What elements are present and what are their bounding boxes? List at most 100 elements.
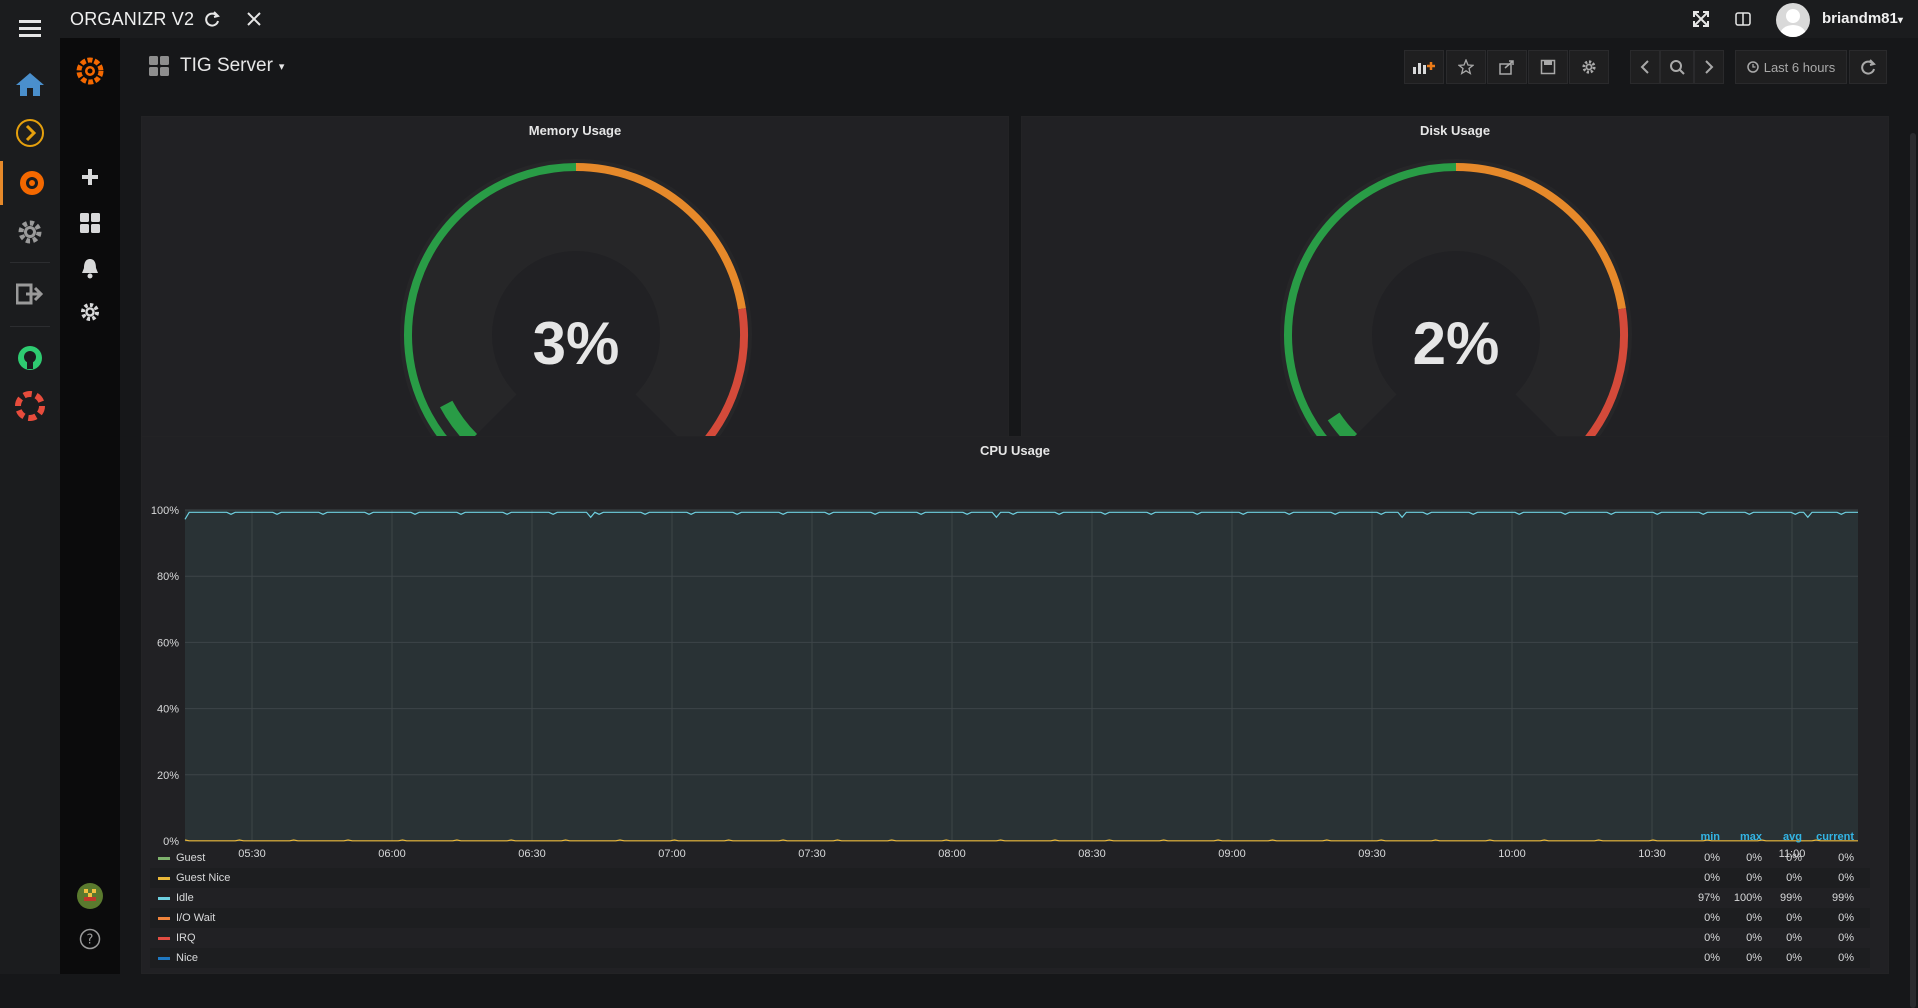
legend-value-max: 0% (1746, 952, 1762, 964)
svg-text:?: ? (87, 933, 94, 948)
legend-header-current[interactable]: current (1806, 831, 1854, 843)
sidebar-item-github[interactable] (0, 336, 60, 380)
reload-tab-button[interactable] (201, 8, 223, 30)
fullscreen-button[interactable] (1690, 8, 1712, 30)
sidebar-item-settings[interactable] (0, 210, 60, 254)
y-tick-label: 20% (157, 770, 179, 782)
legend-series-name[interactable]: Nice (176, 952, 198, 964)
share-icon (1499, 60, 1514, 75)
legend-swatch[interactable] (158, 957, 170, 960)
plot-area (185, 510, 1858, 841)
time-forward-button[interactable] (1694, 50, 1724, 84)
legend-value-max: 0% (1746, 912, 1762, 924)
y-tick-label: 100% (151, 505, 179, 517)
legend-value-current: 0% (1838, 952, 1854, 964)
legend-swatch[interactable] (158, 857, 170, 860)
legend-value-min: 0% (1704, 852, 1720, 864)
legend-value-max: 0% (1746, 852, 1762, 864)
legend-row[interactable]: Nice 0% 0% 0% 0% (150, 948, 1870, 968)
time-back-button[interactable] (1630, 50, 1660, 84)
legend-value-avg: 0% (1786, 912, 1802, 924)
legend-swatch[interactable] (158, 877, 170, 880)
lifebuoy-icon (15, 391, 45, 421)
sidebar-item-home[interactable] (0, 62, 60, 106)
cog-icon (80, 302, 100, 322)
dashboard-title: TIG Server (180, 55, 273, 76)
legend-series-name[interactable]: Guest Nice (176, 872, 230, 884)
user-avatar[interactable] (1776, 3, 1810, 37)
legend-row[interactable]: IRQ 0% 0% 0% 0% (150, 928, 1870, 948)
expand-icon (1693, 11, 1709, 27)
save-button[interactable] (1528, 50, 1568, 84)
refresh-icon (1861, 59, 1876, 75)
sidebar-item-logout[interactable] (0, 272, 60, 316)
create-button[interactable] (60, 157, 120, 197)
legend-value-min: 97% (1697, 892, 1720, 904)
grafana-icon (19, 171, 44, 195)
refresh-icon (205, 11, 220, 27)
dashboards-button[interactable] (60, 203, 120, 243)
configuration-button[interactable] (60, 292, 120, 332)
help-icon: ? (79, 928, 101, 950)
time-range-label: Last 6 hours (1763, 59, 1836, 75)
user-menu[interactable]: briandm81▾ (1822, 10, 1903, 27)
dashboard-grid-icon (149, 56, 169, 76)
organizr-topbar: ORGANIZR V2 briandm81▾ (60, 0, 1918, 38)
legend-value-max: 0% (1746, 872, 1762, 884)
legend-series-name[interactable]: Guest (176, 852, 205, 864)
legend-header-max[interactable]: max (1722, 831, 1762, 843)
sidebar-item-help[interactable] (0, 384, 60, 428)
add-panel-icon (1413, 62, 1435, 74)
close-icon (247, 12, 261, 26)
memory-gauge (400, 159, 752, 460)
hamburger-icon (19, 20, 41, 37)
disk-usage-panel[interactable]: Disk Usage 2% (1021, 116, 1889, 462)
legend-header-avg[interactable]: avg (1762, 831, 1802, 843)
dashboard-picker[interactable]: TIG Server ▾ (148, 55, 284, 77)
profile-button[interactable] (60, 876, 120, 916)
chevron-left-icon (1640, 60, 1649, 74)
panel-title: CPU Usage (979, 443, 1051, 458)
legend-value-min: 0% (1704, 932, 1720, 944)
menu-toggle-button[interactable] (0, 6, 60, 50)
scrollbar[interactable] (1910, 133, 1916, 1008)
legend-swatch[interactable] (158, 917, 170, 920)
gear-icon (18, 220, 42, 244)
share-button[interactable] (1487, 50, 1527, 84)
legend-series-name[interactable]: I/O Wait (176, 912, 215, 924)
help-button[interactable]: ? (60, 919, 120, 959)
grafana-main: TIG Server ▾ Last 6 hours Memory Usage 3… (120, 38, 1918, 1008)
grafana-logo[interactable] (60, 46, 120, 96)
memory-value: 3% (532, 310, 620, 377)
language-icon (1735, 12, 1751, 26)
alerting-button[interactable] (60, 248, 120, 288)
legend-value-min: 0% (1704, 872, 1720, 884)
legend-header-min[interactable]: min (1680, 831, 1720, 843)
legend-value-avg: 0% (1786, 952, 1802, 964)
legend-swatch[interactable] (158, 897, 170, 900)
user-name: briandm81 (1822, 10, 1898, 27)
time-picker-button[interactable]: Last 6 hours (1735, 50, 1847, 84)
zoom-out-button[interactable] (1660, 50, 1694, 84)
memory-usage-panel[interactable]: Memory Usage 3% (141, 116, 1009, 462)
sidebar-item-plex[interactable] (0, 111, 60, 155)
legend-row[interactable]: I/O Wait 0% 0% 0% 0% (150, 908, 1870, 928)
y-tick-label: 40% (157, 704, 179, 716)
logout-icon (16, 283, 44, 305)
add-panel-button[interactable] (1404, 50, 1444, 84)
legend-row[interactable]: Guest Nice 0% 0% 0% 0% (150, 868, 1870, 888)
legend-series-name[interactable]: Idle (176, 892, 194, 904)
legend-row[interactable]: Idle 97% 100% 99% 99% (150, 888, 1870, 908)
avatar-icon (1780, 9, 1806, 37)
legend-swatch[interactable] (158, 937, 170, 940)
sidebar-item-grafana[interactable] (0, 161, 60, 205)
refresh-dashboard-button[interactable] (1849, 50, 1887, 84)
language-button[interactable] (1732, 8, 1754, 30)
star-button[interactable] (1446, 50, 1486, 84)
legend-row[interactable]: Guest 0% 0% 0% 0% (150, 848, 1870, 868)
close-tab-button[interactable] (243, 8, 265, 30)
legend-series-name[interactable]: IRQ (176, 932, 196, 944)
legend-value-current: 0% (1838, 932, 1854, 944)
chevron-right-icon (1705, 60, 1714, 74)
settings-button[interactable] (1569, 50, 1609, 84)
